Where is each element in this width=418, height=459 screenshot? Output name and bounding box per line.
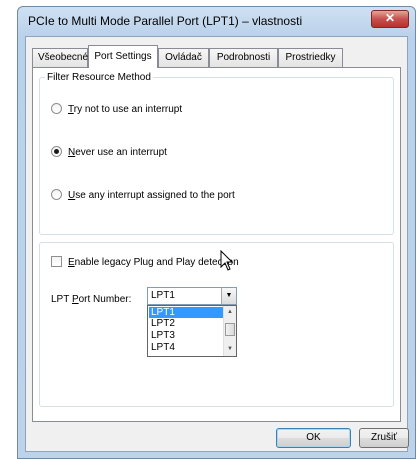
mouse-cursor-icon [220,250,234,271]
lpt-selected-value: LPT1 [151,290,175,301]
list-item[interactable]: LPT4 [149,342,223,353]
radio-try-not-interrupt[interactable]: Try not to use an interrupt [51,102,183,117]
lpt-label-mnemonic: P [71,294,79,305]
window-title: PCIe to Multi Mode Parallel Port (LPT1) … [28,14,303,28]
group-legend: Filter Resource Method [47,72,151,83]
dialog-client-area: Všeobecné Port Settings Ovládač Podrobno… [25,36,409,452]
lpt-label-pre: LPT [51,294,72,305]
list-item[interactable]: LPT2 [149,318,223,329]
scrollbar-thumb[interactable] [225,323,235,336]
tab-prostriedky[interactable]: Prostriedky [278,48,343,67]
legacy-pnp-checkbox[interactable] [51,255,62,267]
checkbox-mnemonic: E [68,257,75,268]
tab-panel-port-settings: Filter Resource Method Try not to use an… [32,67,401,422]
list-item[interactable]: LPT1 [149,307,223,318]
radio-never-interrupt[interactable]: Never use an interrupt [51,145,167,160]
radio-any-interrupt[interactable]: Use any interrupt assigned to the port [51,188,235,203]
chevron-down-icon[interactable]: ▼ [221,288,236,304]
radio-label: se any interrupt assigned to the port [75,190,235,201]
close-icon: ✕ [384,11,396,25]
tab-vseobecne[interactable]: Všeobecné [32,48,88,67]
lpt-port-number-label: LPT Port Number: [51,294,131,305]
radio-label: ever use an interrupt [75,147,167,158]
tab-port-settings[interactable]: Port Settings [88,45,158,68]
cancel-button[interactable]: Zrušiť [359,428,409,448]
list-item[interactable]: LPT3 [149,330,223,341]
filter-resource-group: Filter Resource Method Try not to use an… [39,72,394,235]
properties-dialog: PCIe to Multi Mode Parallel Port (LPT1) … [17,6,416,459]
checkbox-label: nable legacy Plug and Play detection [74,257,239,268]
lpt-label-post: ort Number: [78,294,132,305]
tab-podrobnosti[interactable]: Podrobnosti [209,48,278,67]
radio-indicator[interactable] [51,145,62,157]
radio-label: ry not to use an interrupt [73,104,183,115]
dropdown-scrollbar[interactable]: ▲ ▼ [223,306,236,356]
tab-ovladac[interactable]: Ovládač [158,48,209,67]
lpt-port-dropdown-list[interactable]: LPT1 LPT2 LPT3 LPT4 ▲ ▼ [147,305,237,357]
scroll-down-icon[interactable]: ▼ [224,344,236,354]
scroll-up-icon[interactable]: ▲ [224,307,236,317]
radio-indicator[interactable] [51,102,62,114]
legacy-pnp-checkbox-row[interactable]: Enable legacy Plug and Play detection [51,255,239,270]
radio-indicator[interactable] [51,188,62,200]
lpt-port-combobox[interactable]: LPT1 ▼ [147,287,237,305]
lpt-settings-group: Enable legacy Plug and Play detection LP… [39,242,394,407]
close-button[interactable]: ✕ [371,10,409,28]
ok-button[interactable]: OK [276,428,351,448]
